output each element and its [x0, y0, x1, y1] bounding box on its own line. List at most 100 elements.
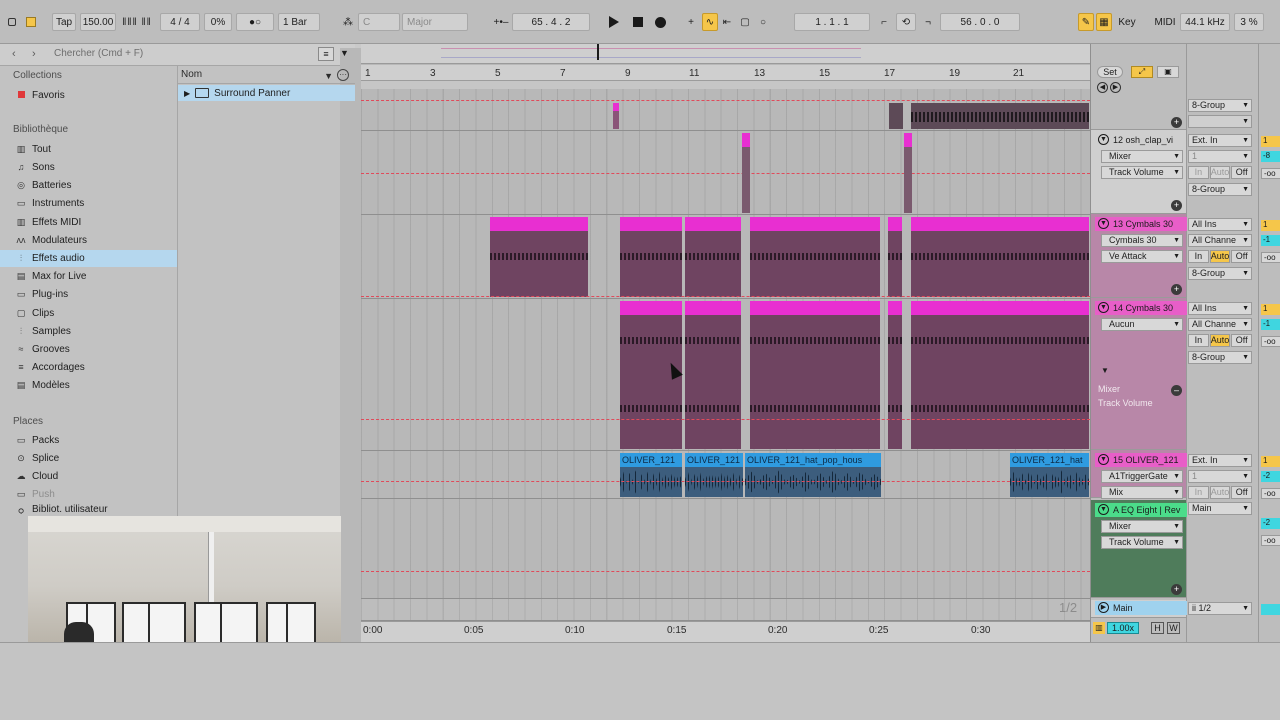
track-header-14[interactable]: ▼14 Cymbals 30 Aucun ▼ Mixer Track Volum… — [1091, 298, 1187, 450]
record-button[interactable] — [650, 13, 670, 31]
midi-map-button[interactable]: MIDI — [1150, 13, 1180, 31]
punch-in-icon[interactable]: ⌐ — [874, 13, 894, 31]
list-item[interactable]: ▶ Surround Panner — [178, 85, 355, 101]
forward-arrow-icon[interactable]: › — [32, 48, 36, 60]
add-lane-icon[interactable]: + — [1171, 117, 1182, 128]
input-type[interactable]: Ext. In — [1188, 134, 1252, 147]
track-header-13[interactable]: ▼13 Cymbals 30 Cymbals 30 Ve Attack + — [1091, 214, 1187, 298]
track-name[interactable]: ▶ Main — [1095, 601, 1187, 615]
set-button[interactable]: Set — [1097, 66, 1123, 78]
tap-button[interactable]: Tap — [52, 13, 76, 31]
mini-clip[interactable] — [911, 103, 1089, 129]
quantization-menu[interactable]: 1 Bar — [278, 13, 320, 31]
input-channel[interactable]: All Channe — [1188, 318, 1252, 331]
mini-clip[interactable] — [889, 103, 903, 129]
monitor-switch[interactable]: In Auto Off — [1188, 250, 1253, 263]
track-header-main[interactable]: ▶ Main — [1091, 600, 1187, 618]
lane-return-a[interactable] — [361, 499, 1090, 599]
punch-out-icon[interactable]: ¬ — [918, 13, 938, 31]
sidebar-item-push[interactable]: ▭ Push — [0, 486, 177, 503]
track-header-15[interactable]: ▼15 OLIVER_121 A1TriggerGate Mix — [1091, 450, 1187, 499]
midi-clip[interactable] — [490, 217, 588, 297]
monitor-switch[interactable]: In Auto Off — [1188, 166, 1253, 179]
audio-clip[interactable]: OLIVER_121 — [685, 453, 743, 497]
device-chooser[interactable]: Mixer — [1101, 150, 1183, 163]
midi-clip[interactable] — [685, 217, 741, 297]
keyboard-map-icon[interactable]: ▦ — [1096, 13, 1112, 31]
remove-lane-icon[interactable]: – — [1171, 385, 1182, 396]
loop-toggle-icon[interactable]: ⟲ — [896, 13, 916, 31]
zoom-field[interactable]: 1.00x — [1107, 622, 1139, 634]
audio-clip[interactable]: OLIVER_121_hat_pop_hous — [745, 453, 881, 497]
track-header-12[interactable]: ▼12 osh_clap_vi Mixer Track Volume + — [1091, 130, 1186, 214]
input-channel[interactable]: 1 — [1188, 470, 1252, 483]
track-header-return-a[interactable]: ▼A EQ Eight | Rev Mixer Track Volume + — [1091, 500, 1187, 598]
song-position[interactable]: 65 . 4 . 2 — [512, 13, 590, 31]
fold-icon[interactable]: ▶ — [1098, 602, 1109, 613]
output-routing[interactable]: 8-Group — [1188, 99, 1252, 112]
sidebar-item-user-library[interactable]: ⚲ Bibliot. utilisateur — [0, 504, 177, 514]
stop-button[interactable] — [628, 13, 648, 31]
scale-select[interactable]: Major — [402, 13, 468, 31]
key-root-select[interactable]: C — [358, 13, 400, 31]
sidebar-item-tunings[interactable]: ≡ Accordages — [0, 359, 177, 376]
sidebar-item-all[interactable]: ▥ Tout — [0, 141, 177, 158]
clip-view-icon[interactable]: ▥ — [1093, 622, 1105, 634]
add-lane-icon[interactable]: + — [1171, 584, 1182, 595]
track-header-group[interactable]: + — [1091, 100, 1186, 130]
sidebar-item-audio-effects[interactable]: ⫶ Effets audio — [0, 250, 177, 267]
input-type[interactable]: All Ins — [1188, 218, 1252, 231]
param-chooser[interactable]: Track Volume — [1101, 166, 1183, 179]
param-chooser[interactable]: Mix — [1101, 486, 1183, 499]
fold-icon[interactable]: ▼ — [1098, 218, 1109, 229]
sidebar-item-sounds[interactable]: ♫ Sons — [0, 159, 177, 176]
sidebar-item-max-for-live[interactable]: ▤ Max for Live — [0, 268, 177, 285]
sidebar-item-favorites[interactable]: Favoris — [0, 87, 177, 104]
lock-icon[interactable]: ▣ — [1157, 66, 1179, 78]
draw-mode-icon[interactable]: ✎ — [1078, 13, 1094, 31]
input-type[interactable]: Ext. In — [1188, 454, 1252, 467]
sidebar-item-instruments[interactable]: ▭ Instruments — [0, 195, 177, 212]
loop-start-field[interactable]: 1 . 1 . 1 — [794, 13, 870, 31]
back-arrow-icon[interactable]: ‹ — [12, 48, 16, 60]
key-map-button[interactable]: Key — [1114, 13, 1140, 31]
session-record-icon[interactable]: ○ — [756, 13, 770, 31]
loop-length-field[interactable]: 56 . 0 . 0 — [940, 13, 1020, 31]
param-chooser[interactable]: Ve Attack — [1101, 250, 1183, 263]
midi-clip[interactable] — [888, 301, 902, 449]
midi-clip[interactable] — [685, 301, 741, 449]
sidebar-item-cloud[interactable]: ☁ Cloud — [0, 468, 177, 485]
device-chooser[interactable]: A1TriggerGate — [1101, 470, 1183, 483]
fold-icon[interactable]: ▼ — [1098, 302, 1109, 313]
sidebar-item-clips[interactable]: ▢ Clips — [0, 305, 177, 322]
cue-routing[interactable]: ii 1/2 — [1188, 602, 1252, 615]
midi-clip[interactable] — [888, 217, 902, 297]
track-name[interactable]: ▼ 13 Cymbals 30 — [1095, 217, 1187, 231]
follow-toggle[interactable]: ●○ — [236, 13, 274, 31]
track-name[interactable]: ▼ 12 osh_clap_vi — [1095, 133, 1187, 147]
sidebar-item-splice[interactable]: ⊙ Splice — [0, 450, 177, 467]
audio-clip[interactable]: OLIVER_121 — [620, 453, 682, 497]
mini-clip[interactable] — [613, 103, 619, 129]
add-lane-icon[interactable]: + — [1171, 284, 1182, 295]
midi-clip[interactable] — [911, 301, 1089, 449]
output-slot[interactable] — [1188, 115, 1252, 128]
output-routing[interactable]: Main — [1188, 502, 1252, 515]
sort-icon[interactable]: ▼ — [324, 67, 333, 85]
browser-search-input[interactable]: Chercher (Cmd + F) — [54, 48, 143, 59]
prev-locator-icon[interactable]: ◀ — [1097, 82, 1108, 93]
metronome-icon[interactable]: ‖‖‖ ‖‖ — [118, 13, 156, 31]
link-icon[interactable] — [6, 13, 18, 31]
input-type[interactable]: All Ins — [1188, 302, 1252, 315]
options-icon[interactable]: ··· — [337, 69, 349, 81]
add-lane-icon[interactable]: + — [1171, 200, 1182, 211]
arrangement-position-icon[interactable]: +•– — [490, 13, 512, 31]
mini-clip[interactable] — [742, 133, 750, 213]
sidebar-item-grooves[interactable]: ≈ Grooves — [0, 341, 177, 358]
beat-ruler[interactable]: 1 3 5 7 9 11 13 15 17 19 21 — [361, 65, 1090, 81]
track-name[interactable]: ▼ 14 Cymbals 30 — [1095, 301, 1187, 315]
device-chooser[interactable]: Mixer — [1101, 520, 1183, 533]
sidebar-item-plugins[interactable]: ▭ Plug-ins — [0, 286, 177, 303]
overdub-icon[interactable]: + — [684, 13, 698, 31]
capture-icon[interactable]: ▢ — [738, 13, 752, 31]
